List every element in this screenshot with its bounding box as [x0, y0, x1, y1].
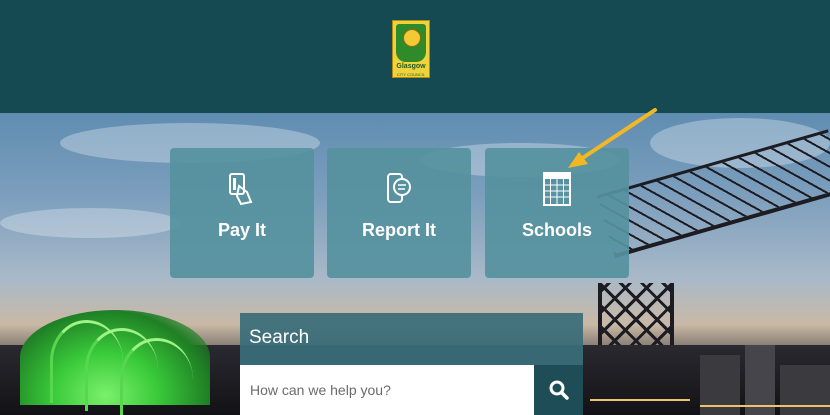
- search-panel: Search: [240, 313, 583, 415]
- arrow-icon: [568, 108, 657, 168]
- glasgow-city-council-logo[interactable]: Glasgow CITY COUNCIL: [392, 20, 430, 78]
- crest-icon: [396, 24, 426, 62]
- hydro-arena: [20, 310, 210, 415]
- logo-text: Glasgow: [396, 63, 426, 70]
- schools-label: Schools: [521, 220, 592, 240]
- search-title: Search: [249, 327, 310, 348]
- search-input[interactable]: [240, 365, 534, 415]
- pay-it-label: Pay It: [217, 220, 267, 240]
- search-button[interactable]: [534, 365, 583, 415]
- phone-chat-icon: [327, 170, 471, 208]
- report-it-label: Report It: [362, 220, 436, 240]
- card-payment-icon: [170, 170, 314, 208]
- site-header: Glasgow CITY COUNCIL: [0, 0, 830, 113]
- calendar-grid-icon: [485, 170, 629, 208]
- report-it-tile[interactable]: Report It: [327, 148, 471, 278]
- pay-it-tile[interactable]: Pay It: [170, 148, 314, 278]
- logo-subtext: CITY COUNCIL: [396, 72, 426, 77]
- search-icon: [549, 380, 569, 400]
